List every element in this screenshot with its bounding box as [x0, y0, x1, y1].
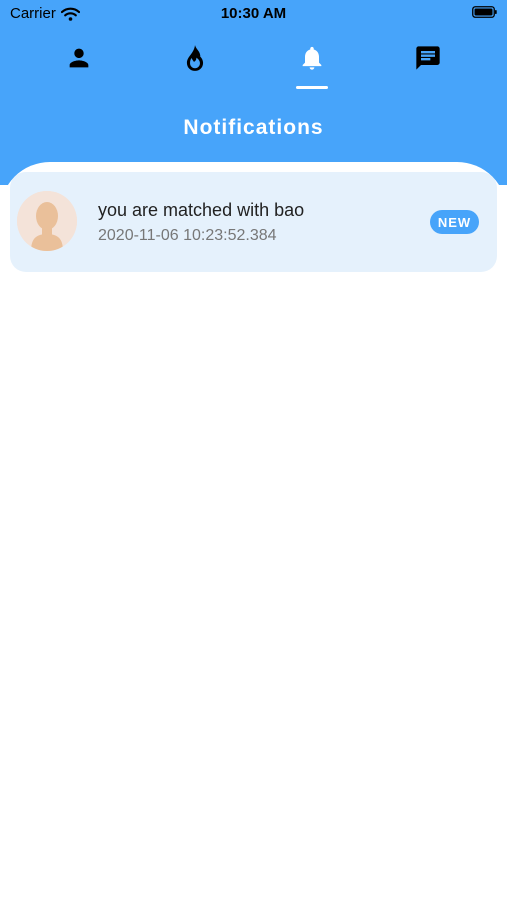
bell-icon: [302, 46, 322, 70]
notification-item[interactable]: you are matched with bao 2020-11-06 10:2…: [10, 172, 497, 272]
tab-messages[interactable]: [398, 40, 458, 90]
tab-bar: [0, 40, 507, 90]
notification-list: you are matched with bao 2020-11-06 10:2…: [0, 162, 507, 900]
status-bar: Carrier 10:30 AM: [0, 0, 507, 28]
notification-timestamp: 2020-11-06 10:23:52.384: [98, 227, 277, 244]
tab-match[interactable]: [165, 40, 225, 90]
page-title: Notifications: [183, 116, 324, 139]
header-bar: Carrier 10:30 AM Notifications: [0, 0, 507, 185]
chat-icon: [416, 46, 440, 70]
avatar-placeholder-icon: [17, 191, 77, 251]
tab-profile[interactable]: [49, 40, 109, 90]
person-icon: [69, 48, 89, 68]
new-badge: NEW: [430, 210, 479, 234]
flame-icon: [186, 45, 204, 71]
battery-icon: [472, 6, 497, 18]
notification-message: you are matched with bao: [98, 200, 305, 220]
status-time: 10:30 AM: [220, 5, 287, 22]
avatar: [17, 191, 77, 251]
active-tab-indicator: [296, 86, 328, 89]
tab-notifications[interactable]: [282, 40, 342, 90]
